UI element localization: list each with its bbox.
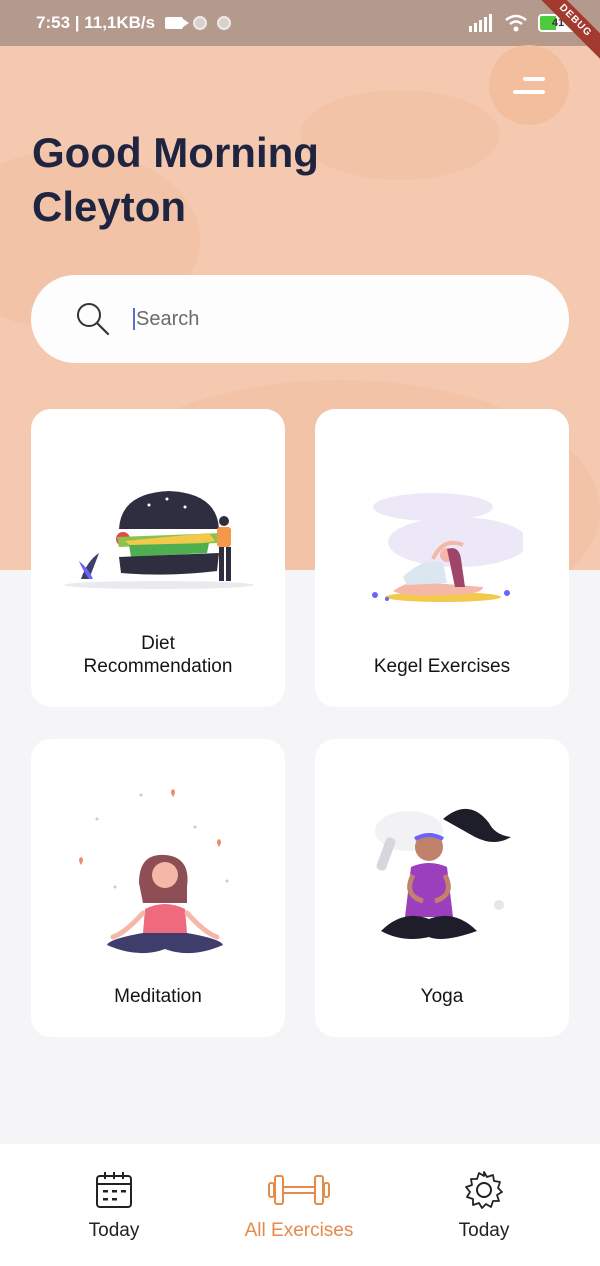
- dumbbell-icon: [268, 1175, 330, 1205]
- meditation-illustration: [79, 789, 229, 954]
- text-cursor: [133, 308, 135, 330]
- status-time: 7:53 | 11,1KB/s: [36, 13, 156, 32]
- nav-label: Today: [458, 1220, 510, 1241]
- nav-item-settings[interactable]: Today: [384, 1144, 584, 1266]
- notification-dot-icon: [217, 16, 232, 30]
- wifi-icon: [505, 14, 527, 32]
- signal-icon: [469, 14, 492, 32]
- status-bar: 7:53 | 11,1KB/s 41 DEBUG: [0, 0, 600, 67]
- nav-item-today[interactable]: Today: [14, 1144, 214, 1266]
- card-label: Meditation: [114, 986, 202, 1007]
- card-label-line-1: Diet: [141, 633, 175, 654]
- burger-illustration: [64, 491, 254, 589]
- card-meditation[interactable]: Meditation: [31, 739, 285, 1037]
- search-input[interactable]: [136, 307, 516, 331]
- greeting-title: Good Morning Cleyton: [32, 126, 452, 234]
- notification-dot-icon: [193, 16, 208, 30]
- card-label: Kegel Exercises: [373, 656, 511, 677]
- nav-label: All Exercises: [244, 1220, 354, 1241]
- card-diet-recommendation[interactable]: Diet Recommendation: [31, 409, 285, 707]
- card-label-line-2: Recommendation: [83, 656, 233, 677]
- nav-item-all-exercises[interactable]: All Exercises: [199, 1144, 399, 1266]
- card-yoga[interactable]: Yoga: [315, 739, 569, 1037]
- card-label: Yoga: [420, 986, 464, 1007]
- greeting-line-1: Good Morning: [32, 129, 319, 176]
- greeting-name: Cleyton: [32, 183, 187, 230]
- bottom-navigation: Today All Exercises Today: [0, 1144, 600, 1266]
- yoga-illustration: [375, 808, 511, 939]
- nav-label: Today: [88, 1220, 140, 1241]
- search-icon: [77, 303, 110, 336]
- menu-icon-line: [513, 89, 545, 94]
- search-bar[interactable]: [31, 275, 569, 363]
- stretching-illustration: [372, 493, 523, 602]
- gear-icon: [465, 1171, 503, 1209]
- menu-button[interactable]: [489, 45, 569, 125]
- card-label: Diet Recommendation: [31, 632, 285, 678]
- card-kegel-exercises[interactable]: Kegel Exercises: [315, 409, 569, 707]
- video-camera-icon: [165, 17, 190, 29]
- calendar-icon: [96, 1172, 132, 1208]
- menu-icon: [523, 76, 545, 81]
